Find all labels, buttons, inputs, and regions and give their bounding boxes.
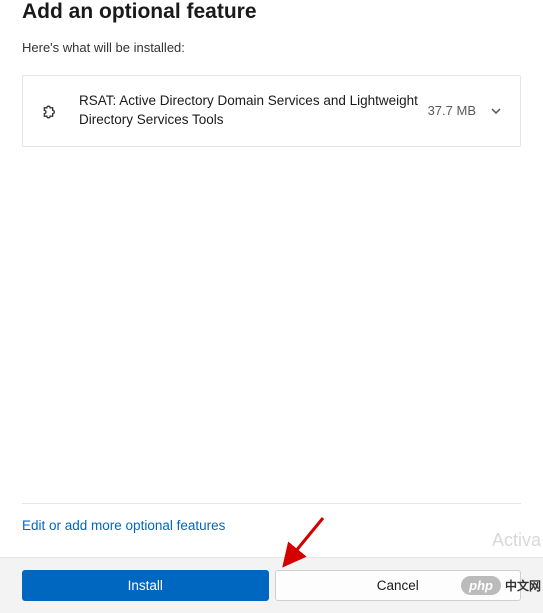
feature-list: RSAT: Active Directory Domain Services a… xyxy=(22,75,521,147)
install-button[interactable]: Install xyxy=(22,570,269,601)
button-bar: Install Cancel xyxy=(0,557,543,613)
chevron-down-icon[interactable] xyxy=(490,105,502,117)
cancel-button[interactable]: Cancel xyxy=(275,570,522,601)
feature-name: RSAT: Active Directory Domain Services a… xyxy=(79,92,428,130)
feature-size: 37.7 MB xyxy=(428,103,476,118)
feature-item[interactable]: RSAT: Active Directory Domain Services a… xyxy=(23,76,520,146)
page-title: Add an optional feature xyxy=(22,0,521,24)
edit-add-more-link[interactable]: Edit or add more optional features xyxy=(22,518,521,533)
puzzle-icon xyxy=(41,102,61,122)
divider xyxy=(22,503,521,504)
activate-watermark: Activa xyxy=(492,530,541,551)
install-subtitle: Here's what will be installed: xyxy=(22,40,521,55)
